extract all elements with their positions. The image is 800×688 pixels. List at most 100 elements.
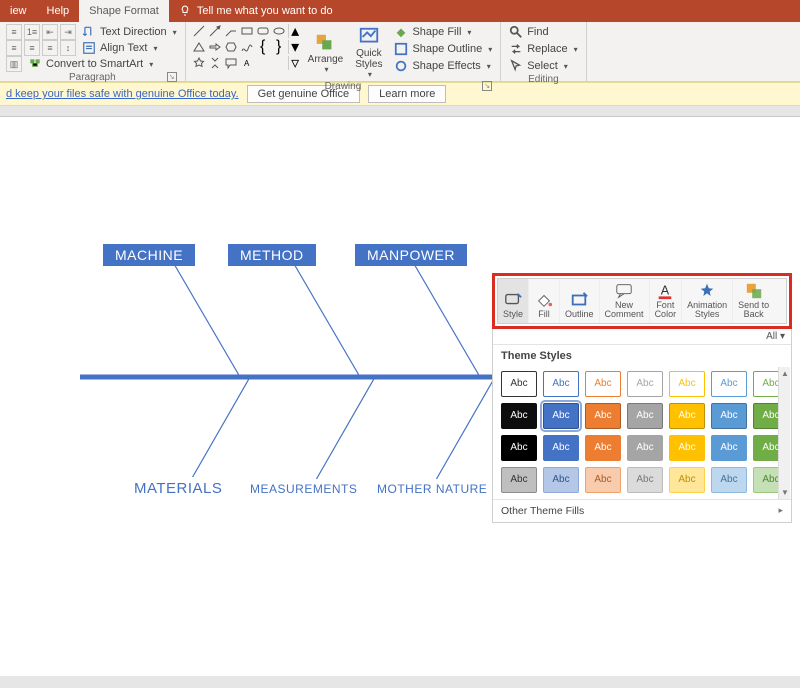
fill-icon <box>534 291 554 309</box>
style-swatch[interactable]: Abc <box>543 435 579 461</box>
columns-icon[interactable]: ▥ <box>6 56 22 72</box>
style-swatch[interactable]: Abc <box>543 403 579 429</box>
convert-smartart-button[interactable]: Convert to SmartArt▾ <box>26 56 155 72</box>
style-swatch[interactable]: Abc <box>669 403 705 429</box>
gallery-down-icon[interactable]: ▾ <box>288 40 302 54</box>
other-theme-fills[interactable]: Other Theme Fills▸ <box>493 499 791 522</box>
shape-rect-icon[interactable] <box>240 24 254 38</box>
arrange-icon <box>314 32 336 54</box>
category-box-materials[interactable]: MATERIALS <box>122 477 234 500</box>
style-swatch[interactable]: Abc <box>669 467 705 493</box>
find-button[interactable]: Find <box>507 24 579 40</box>
shape-scribble-icon[interactable] <box>240 40 254 54</box>
category-box-mother-nature[interactable]: MOTHER NATURE <box>365 479 499 499</box>
numbering-icon[interactable]: 1≡ <box>24 24 40 40</box>
shape-text-icon[interactable]: A <box>240 56 254 70</box>
shape-roundrect-icon[interactable] <box>256 24 270 38</box>
indent-dec-icon[interactable]: ⇤ <box>42 24 58 40</box>
style-swatch[interactable]: Abc <box>669 371 705 397</box>
shape-conn-line-icon[interactable] <box>224 24 238 38</box>
align-center-icon[interactable]: ≡ <box>24 40 40 56</box>
replace-button[interactable]: Replace▾ <box>507 41 579 57</box>
font_color-icon: A <box>655 282 675 300</box>
svg-text:A: A <box>661 284 670 298</box>
shape-rbrace-icon[interactable]: } <box>272 40 286 54</box>
style-swatch[interactable]: Abc <box>501 403 537 429</box>
style-swatch[interactable]: Abc <box>543 371 579 397</box>
replace-icon <box>509 42 523 56</box>
outline-button[interactable]: Outline <box>560 279 600 323</box>
shape-lbrace-icon[interactable]: { <box>256 40 270 54</box>
bullets-icon[interactable]: ≡ <box>6 24 22 40</box>
dialog-launcher-icon[interactable]: ↘ <box>167 72 177 82</box>
text-direction-button[interactable]: Text Direction▾ <box>80 24 179 40</box>
shape-darrow-icon[interactable] <box>208 56 222 70</box>
arrange-button[interactable]: Arrange▾ <box>302 24 350 81</box>
font_color-button[interactable]: AFont Color <box>650 279 683 323</box>
style-swatch[interactable]: Abc <box>711 403 747 429</box>
style-swatch[interactable]: Abc <box>585 435 621 461</box>
fill-button[interactable]: Fill <box>529 279 560 323</box>
align-right-icon[interactable]: ≡ <box>42 40 58 56</box>
tab-view[interactable]: iew <box>0 0 37 22</box>
style-swatch[interactable]: Abc <box>585 403 621 429</box>
style-swatch[interactable]: Abc <box>711 371 747 397</box>
style-button[interactable]: Style <box>498 279 529 323</box>
shape-outline-icon <box>394 42 408 56</box>
style-swatch[interactable]: Abc <box>585 371 621 397</box>
style-swatch[interactable]: Abc <box>627 435 663 461</box>
style-swatch[interactable]: Abc <box>585 467 621 493</box>
send_back-button[interactable]: Send to Back <box>733 279 774 323</box>
style-swatch[interactable]: Abc <box>501 467 537 493</box>
send_back-icon <box>744 282 764 300</box>
style-swatch[interactable]: Abc <box>627 467 663 493</box>
gallery-up-icon[interactable]: ▴ <box>288 24 302 38</box>
shape-oval-icon[interactable] <box>272 24 286 38</box>
dialog-launcher-icon[interactable]: ↘ <box>482 81 492 91</box>
indent-inc-icon[interactable]: ⇥ <box>60 24 76 40</box>
new_comment-button[interactable]: New Comment <box>600 279 650 323</box>
select-button[interactable]: Select▾ <box>507 58 579 74</box>
shape-effects-button[interactable]: Shape Effects▾ <box>392 58 494 74</box>
category-box-manpower[interactable]: MANPOWER <box>355 244 467 266</box>
style-swatch[interactable]: Abc <box>711 467 747 493</box>
category-box-measurements[interactable]: MEASUREMENTS <box>238 479 369 499</box>
shape-outline-button[interactable]: Shape Outline▾ <box>392 41 494 57</box>
line-spacing-icon[interactable]: ↕ <box>60 40 76 56</box>
style-swatch[interactable]: Abc <box>627 371 663 397</box>
mini-toolbar: StyleFillOutlineNew CommentAFont ColorAn… <box>497 278 787 324</box>
scrollbar[interactable] <box>778 367 790 499</box>
tell-me-search[interactable]: Tell me what you want to do <box>169 5 343 17</box>
align-left-icon[interactable]: ≡ <box>6 40 22 56</box>
shape-line-icon[interactable] <box>192 24 206 38</box>
style-swatch[interactable]: Abc <box>543 467 579 493</box>
theme-styles-grid: AbcAbcAbcAbcAbcAbcAbcAbcAbcAbcAbcAbcAbcA… <box>493 367 791 499</box>
group-label-editing: Editing <box>507 74 579 86</box>
style-swatch[interactable]: Abc <box>501 435 537 461</box>
shape-callout-icon[interactable] <box>224 56 238 70</box>
gallery-more-icon[interactable]: ▿ <box>288 56 302 70</box>
shape-triangle-icon[interactable] <box>192 40 206 54</box>
shape-fill-button[interactable]: Shape Fill▾ <box>392 24 494 40</box>
quick-styles-button[interactable]: Quick Styles▾ <box>349 24 388 81</box>
style-swatch[interactable]: Abc <box>501 371 537 397</box>
shape-star-icon[interactable] <box>192 56 206 70</box>
category-box-machine[interactable]: MACHINE <box>103 244 195 266</box>
shape-arrow-icon[interactable] <box>208 24 222 38</box>
group-label-drawing: Drawing ↘ <box>192 81 495 93</box>
shapes-gallery[interactable]: ▴ { } ▾ A ▿ <box>192 24 302 70</box>
align-text-button[interactable]: Align Text▾ <box>80 40 160 56</box>
category-box-method[interactable]: METHOD <box>228 244 316 266</box>
tab-help[interactable]: Help <box>37 0 80 22</box>
shape-rarrow-icon[interactable] <box>208 40 222 54</box>
find-icon <box>509 25 523 39</box>
shape-hex-icon[interactable] <box>224 40 238 54</box>
style-swatch[interactable]: Abc <box>711 435 747 461</box>
all-dropdown[interactable]: All ▾ <box>493 329 791 345</box>
style-swatch[interactable]: Abc <box>627 403 663 429</box>
style-swatch[interactable]: Abc <box>669 435 705 461</box>
text-direction-icon <box>82 25 96 39</box>
anim_styles-button[interactable]: Animation Styles <box>682 279 733 323</box>
tab-shape-format[interactable]: Shape Format <box>79 0 169 22</box>
align-text-icon <box>82 41 96 55</box>
